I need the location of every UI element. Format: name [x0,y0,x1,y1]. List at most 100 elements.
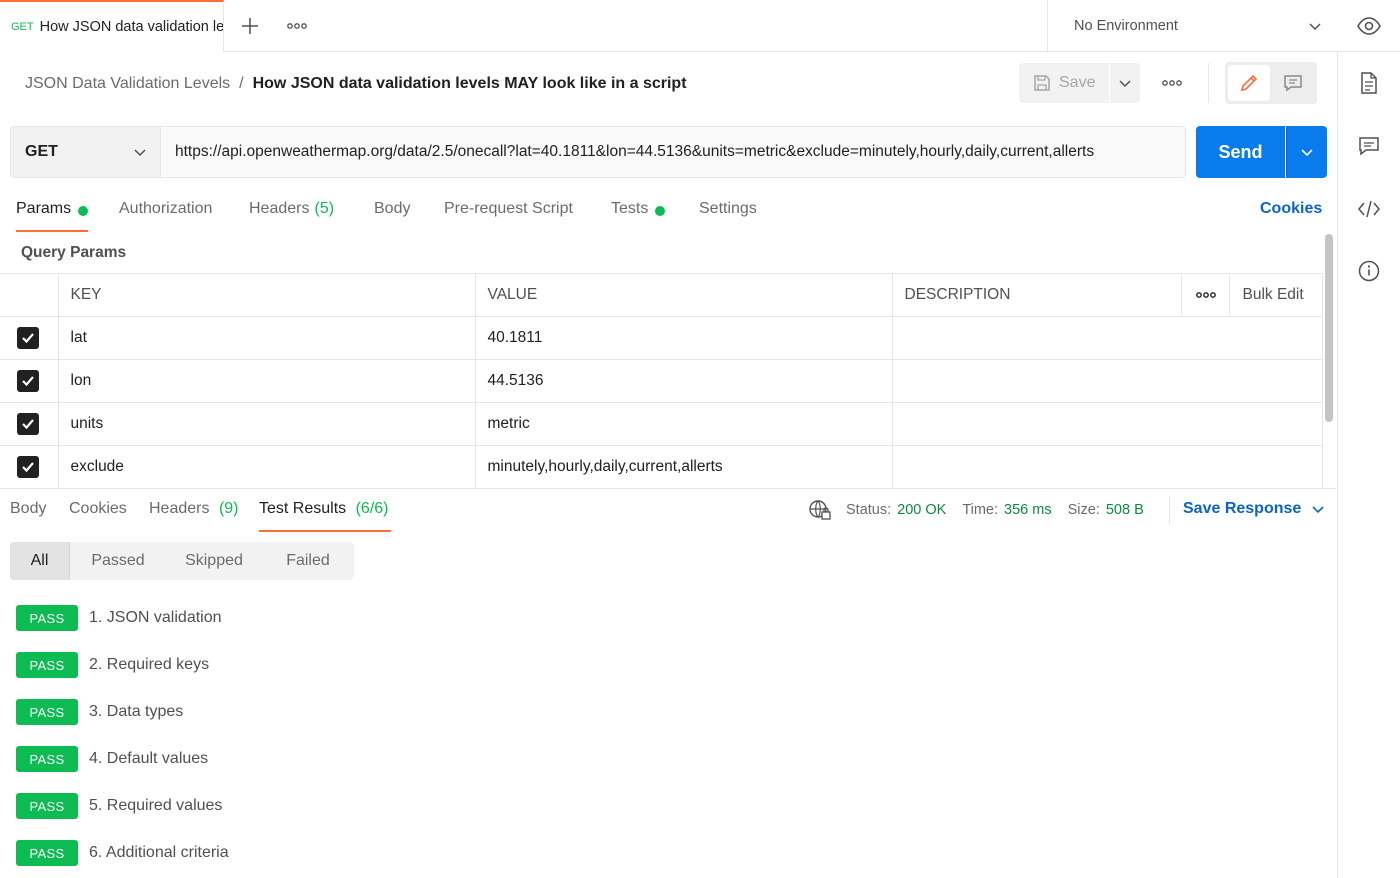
save-icon [1033,74,1051,92]
param-checkbox[interactable] [17,413,39,435]
param-key[interactable]: exclude [57,445,476,489]
table-row: exclude minutely,hourly,daily,current,al… [0,445,1323,489]
table-row: lat 40.1811 [0,316,1323,360]
send-dropdown-button[interactable] [1286,126,1327,178]
toolbar-divider [1208,63,1209,103]
right-sidebar [1337,52,1400,878]
breadcrumb: JSON Data Validation Levels / How JSON d… [25,72,687,96]
filter-skipped[interactable]: Skipped [166,542,262,580]
url-input[interactable]: https://api.openweathermap.org/data/2.5/… [161,126,1186,178]
send-button[interactable]: Send [1196,126,1285,178]
send-label: Send [1218,141,1263,162]
tab-method: GET [11,21,34,33]
plus-icon[interactable] [240,16,260,36]
request-tab[interactable]: GET How JSON data validation levels MAY … [0,0,224,52]
tests-indicator-dot [655,206,666,216]
query-params-title: Query Params [21,244,127,261]
param-description[interactable] [891,359,1323,403]
test-result: PASS 5. Required values [16,793,222,819]
tab-response-headers[interactable]: Headers (9) [149,500,239,532]
check-icon [22,462,34,473]
pass-badge: PASS [16,793,78,819]
pencil-icon [1239,73,1259,93]
environment-select[interactable]: No Environment [1047,0,1337,52]
filter-failed[interactable]: Failed [262,542,354,580]
param-checkbox-cell [0,316,59,360]
param-description[interactable] [891,445,1323,489]
param-value[interactable]: 44.5136 [474,359,893,403]
filter-all[interactable]: All [10,542,70,580]
param-description[interactable] [891,316,1323,360]
test-result: PASS 4. Default values [16,746,208,772]
bulk-edit-button[interactable]: Bulk Edit [1228,273,1323,317]
tab-params[interactable]: Params [16,198,88,232]
tab-test-results-label: Test Results [259,500,347,517]
param-value[interactable]: minutely,hourly,daily,current,allerts [474,445,893,489]
comment-mode-button[interactable] [1272,65,1314,101]
param-key[interactable]: lat [57,316,476,360]
method-value: GET [25,143,58,160]
tab-headers[interactable]: Headers (5) [249,198,334,232]
comment-icon[interactable] [1358,136,1380,156]
code-icon[interactable] [1357,199,1381,219]
description-column-header: DESCRIPTION [891,273,1182,317]
filter-passed[interactable]: Passed [70,542,166,580]
document-icon[interactable] [1359,72,1379,94]
param-checkbox-cell [0,445,59,489]
check-icon [22,376,34,387]
param-checkbox[interactable] [17,370,39,392]
chevron-down-icon [1311,502,1325,516]
tab-prerequest-script[interactable]: Pre-request Script [444,198,573,232]
tab-authorization[interactable]: Authorization [119,198,212,232]
tab-params-label: Params [16,200,72,217]
tab-title: How JSON data validation levels MAY look… [39,19,224,35]
tab-tests[interactable]: Tests [611,198,666,232]
more-icon[interactable] [287,19,307,33]
tab-response-body[interactable]: Body [10,500,46,532]
query-params-table: KEY VALUE DESCRIPTION Bulk Edit lat 40.1… [0,273,1323,489]
param-key[interactable]: lon [57,359,476,403]
tab-response-headers-label: Headers [149,500,210,517]
status-label: Status: [846,502,892,518]
table-row: units metric [0,402,1323,446]
scrollbar[interactable] [1325,234,1333,422]
globe-lock-icon[interactable] [808,499,832,521]
chevron-down-icon [1300,145,1314,159]
test-result-label: 2. Required keys [89,656,210,673]
save-button[interactable]: Save [1019,63,1109,103]
cookies-link[interactable]: Cookies [1260,200,1322,218]
param-checkbox[interactable] [17,456,39,478]
tab-response-cookies[interactable]: Cookies [69,500,127,532]
tab-test-results[interactable]: Test Results (6/6) [259,500,391,532]
chevron-down-icon [1308,19,1322,33]
column-options-button[interactable] [1180,273,1230,317]
result-filter-group: All Passed Skipped Failed [10,542,354,580]
save-response-button[interactable]: Save Response [1183,500,1325,518]
tab-settings[interactable]: Settings [699,198,757,232]
tab-body[interactable]: Body [374,198,410,232]
table-row: lon 44.5136 [0,359,1323,403]
size-label: Size: [1067,502,1100,518]
info-icon[interactable] [1358,260,1380,282]
time-value: 356 ms [1004,502,1052,518]
test-result-label: 4. Default values [89,750,209,767]
save-dropdown-button[interactable] [1110,63,1140,103]
edit-mode-button[interactable] [1228,65,1270,101]
request-title[interactable]: How JSON data validation levels MAY look… [253,75,687,93]
more-actions-button[interactable] [1158,72,1186,94]
param-value[interactable]: metric [474,402,893,446]
comment-icon [1283,74,1303,92]
tab-headers-count: (5) [314,200,335,217]
pass-badge: PASS [16,652,78,678]
method-select[interactable]: GET [10,126,161,178]
param-checkbox[interactable] [17,327,39,349]
param-value[interactable]: 40.1811 [474,316,893,360]
breadcrumb-collection[interactable]: JSON Data Validation Levels [25,75,230,93]
param-key[interactable]: units [57,402,476,446]
pass-badge: PASS [16,605,78,631]
key-column-header: KEY [57,273,476,317]
status-value: 200 OK [897,502,947,518]
eye-icon[interactable] [1357,15,1381,37]
test-result-label: 6. Additional criteria [89,844,229,861]
param-description[interactable] [891,402,1323,446]
